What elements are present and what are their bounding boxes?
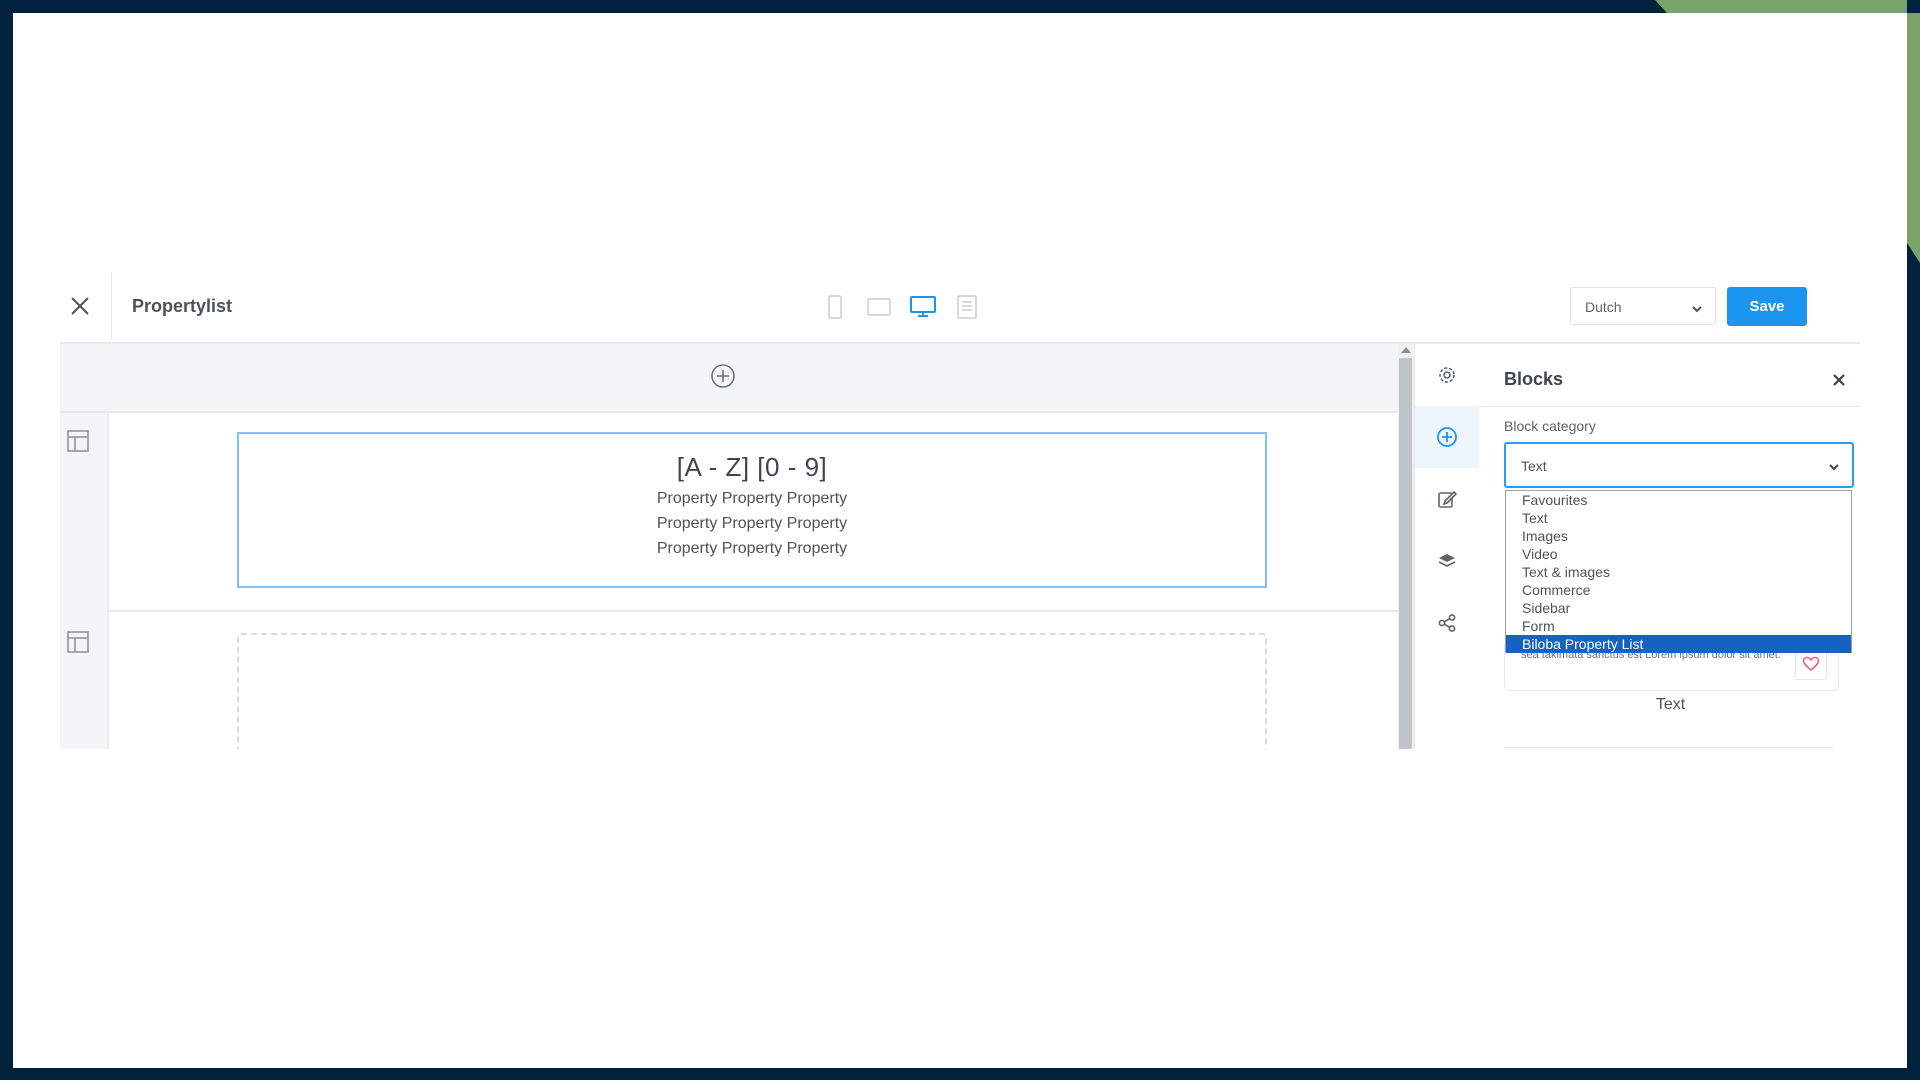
edit-icon[interactable] <box>1415 468 1479 530</box>
scroll-up-arrow[interactable] <box>1401 347 1411 353</box>
row-gutter <box>60 413 109 749</box>
category-option-commerce[interactable]: Commerce <box>1506 581 1851 599</box>
category-option-text-images[interactable]: Text & images <box>1506 563 1851 581</box>
save-button[interactable]: Save <box>1727 287 1807 326</box>
add-row-bar <box>60 344 1398 413</box>
document-view-icon[interactable] <box>952 294 982 320</box>
panel-title: Blocks <box>1504 369 1564 389</box>
page-title: Propertylist <box>132 296 233 316</box>
desktop-view-icon[interactable] <box>908 294 938 320</box>
block-preview-caption: Text <box>1655 696 1686 713</box>
language-select[interactable]: Dutch <box>1570 287 1716 325</box>
device-preview-switcher <box>820 294 982 320</box>
property-line: Property Property Property <box>656 490 848 507</box>
scroll-thumb[interactable] <box>1399 358 1412 749</box>
category-option-biloba-property-list[interactable]: Biloba Property List <box>1506 635 1851 653</box>
az-heading: [A - Z] [0 - 9] <box>676 452 828 482</box>
category-option-sidebar[interactable]: Sidebar <box>1506 599 1851 617</box>
category-option-form[interactable]: Form <box>1506 617 1851 635</box>
chevron-down-icon <box>1828 459 1840 477</box>
side-icon-rail <box>1414 344 1480 749</box>
share-icon[interactable] <box>1415 592 1479 654</box>
toolbar-divider <box>111 272 112 340</box>
frame-bottom-border <box>0 1068 1920 1080</box>
empty-block-dropzone[interactable] <box>237 633 1267 749</box>
block-category-label: Block category <box>1504 418 1596 434</box>
frame-top-border <box>0 0 1920 13</box>
add-row-icon[interactable] <box>710 363 736 389</box>
frame-accent-side-stripe <box>1907 13 1920 263</box>
settings-icon[interactable] <box>1415 344 1479 406</box>
panel-divider <box>1504 747 1834 748</box>
category-option-favourites[interactable]: Favourites <box>1506 491 1851 509</box>
canvas-scrollbar[interactable] <box>1398 344 1414 749</box>
block-category-dropdown[interactable]: Favourites Text Images Video Text & imag… <box>1505 490 1852 653</box>
property-line: Property Property Property <box>656 515 848 532</box>
category-option-images[interactable]: Images <box>1506 527 1851 545</box>
block-category-value: Text <box>1521 458 1547 474</box>
row-separator <box>107 610 1398 612</box>
row-layout-icon[interactable] <box>67 631 89 653</box>
frame-left-border <box>0 0 13 1080</box>
editor-canvas: [A - Z] [0 - 9] Property Property Proper… <box>60 344 1398 749</box>
category-option-video[interactable]: Video <box>1506 545 1851 563</box>
block-category-select[interactable]: Text <box>1504 442 1854 488</box>
mobile-view-icon[interactable] <box>820 294 850 320</box>
close-panel-icon[interactable] <box>1831 372 1847 388</box>
chevron-down-icon <box>1691 301 1703 319</box>
row-layout-icon[interactable] <box>67 430 89 452</box>
category-option-text[interactable]: Text <box>1506 509 1851 527</box>
layers-icon[interactable] <box>1415 530 1479 592</box>
close-editor-icon[interactable] <box>68 294 92 318</box>
property-list-block[interactable]: [A - Z] [0 - 9] Property Property Proper… <box>237 432 1267 588</box>
add-block-icon[interactable] <box>1415 406 1479 468</box>
panel-separator <box>1479 406 1860 407</box>
frame-accent-stripe <box>1655 0 1920 13</box>
editor-toolbar: Propertylist Dutch Save <box>60 270 1860 344</box>
language-select-value: Dutch <box>1585 299 1622 315</box>
property-line: Property Property Property <box>656 540 848 557</box>
tablet-view-icon[interactable] <box>864 294 894 320</box>
